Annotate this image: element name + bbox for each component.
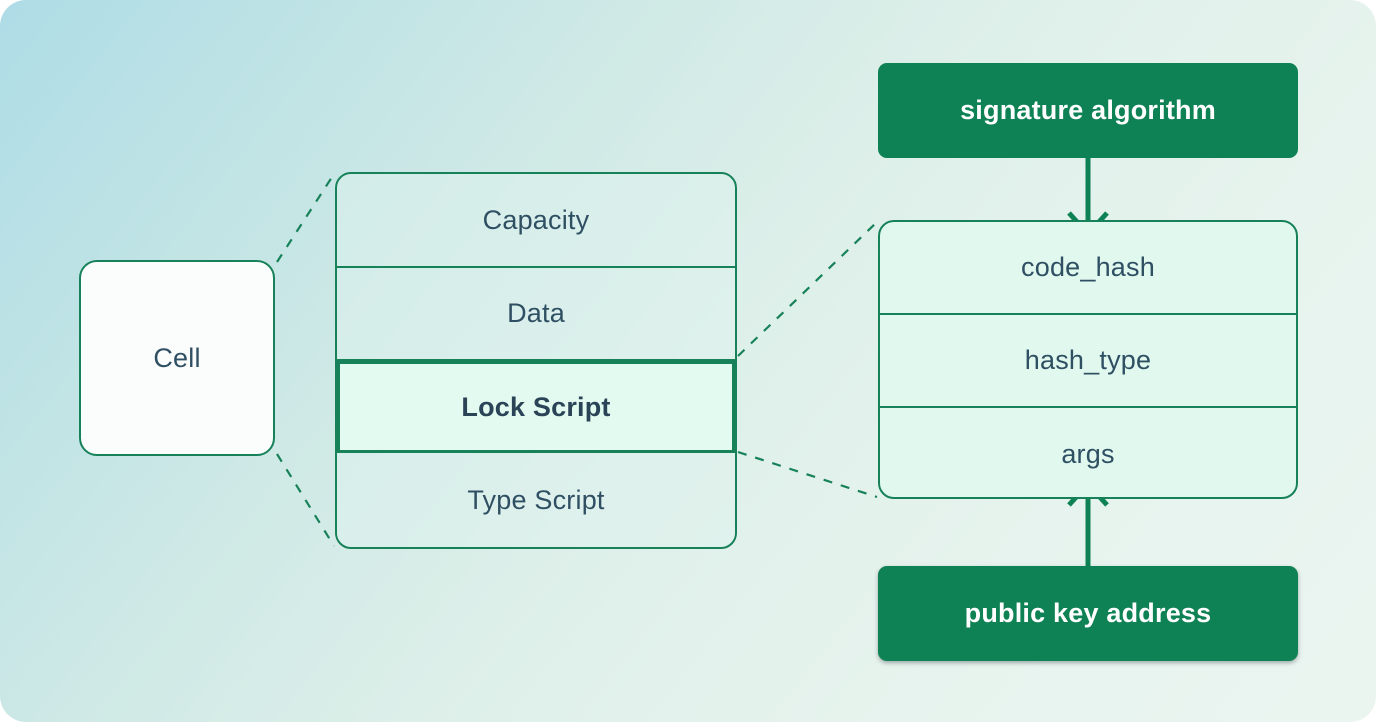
cell-field-label-lock-script: Lock Script xyxy=(461,391,611,422)
public-key-address-box: public key address xyxy=(878,566,1298,661)
script-field-label-code-hash: code_hash xyxy=(1021,252,1155,282)
cell-label: Cell xyxy=(153,342,201,373)
cell-field-label-type-script: Type Script xyxy=(467,484,605,515)
signature-algorithm-label: signature algorithm xyxy=(960,95,1216,125)
cell-box: Cell xyxy=(79,260,275,456)
connector-lock-to-script-top xyxy=(737,221,878,357)
script-field-label-hash-type: hash_type xyxy=(1024,345,1152,375)
cell-field-row-lock-script: Lock Script xyxy=(337,361,735,453)
cell-field-label-capacity: Capacity xyxy=(482,204,590,235)
diagram-canvas: Cell Capacity Data Lock Script Type Scri… xyxy=(0,0,1376,722)
script-field-label-args: args xyxy=(1061,439,1115,469)
cell-field-row-data: Data xyxy=(337,268,735,361)
cell-field-label-data: Data xyxy=(507,298,565,328)
cell-field-row-type-script: Type Script xyxy=(337,453,735,547)
script-field-row-args: args xyxy=(880,408,1296,497)
script-field-row-hash-type: hash_type xyxy=(880,315,1296,408)
connector-lock-to-script-bottom xyxy=(737,450,878,499)
cell-field-row-capacity: Capacity xyxy=(337,174,735,268)
script-fields-table: code_hash hash_type args xyxy=(878,220,1298,499)
script-field-row-code-hash: code_hash xyxy=(880,222,1296,315)
public-key-address-label: public key address xyxy=(964,598,1212,628)
connector-cell-to-fields-bottom xyxy=(276,453,335,547)
cell-fields-table: Capacity Data Lock Script Type Script xyxy=(335,172,737,549)
connector-cell-to-fields-top xyxy=(276,173,335,263)
signature-algorithm-box: signature algorithm xyxy=(878,63,1298,158)
